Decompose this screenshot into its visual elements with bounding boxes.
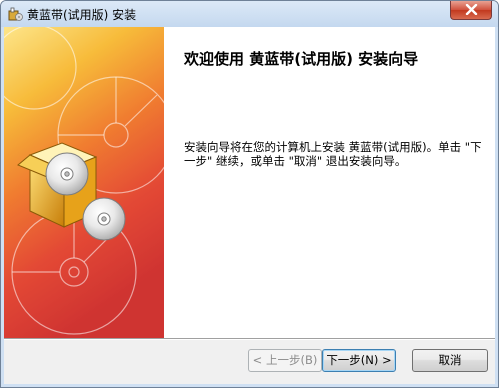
page-title: 欢迎使用 黄蓝带(试用版) 安装向导 — [184, 50, 419, 68]
wizard-banner-image — [4, 27, 164, 338]
wizard-client-area: 欢迎使用 黄蓝带(试用版) 安装向导 安装向导将在您的计算机上安装 黄蓝带(试用… — [4, 27, 495, 384]
installer-window: 黄蓝带(试用版) 安装 欢迎使用 黄蓝带(试用版) 安装向导 安装向导将在您的计… — [0, 0, 499, 388]
wizard-content-panel: 欢迎使用 黄蓝带(试用版) 安装向导 安装向导将在您的计算机上安装 黄蓝带(试用… — [164, 27, 495, 338]
close-icon — [465, 4, 478, 15]
button-separator — [4, 338, 495, 340]
back-button[interactable]: < 上一步(B) — [248, 349, 322, 372]
window-title: 黄蓝带(试用版) 安装 — [27, 8, 137, 22]
title-bar[interactable]: 黄蓝带(试用版) 安装 — [1, 1, 498, 27]
installer-icon — [7, 6, 23, 22]
close-button[interactable] — [450, 1, 492, 20]
cancel-button[interactable]: 取消 — [412, 349, 488, 372]
next-button[interactable]: 下一步(N) > — [322, 349, 396, 372]
welcome-description: 安装向导将在您的计算机上安装 黄蓝带(试用版)。单击 "下一步" 继续，或单击 … — [184, 140, 482, 168]
